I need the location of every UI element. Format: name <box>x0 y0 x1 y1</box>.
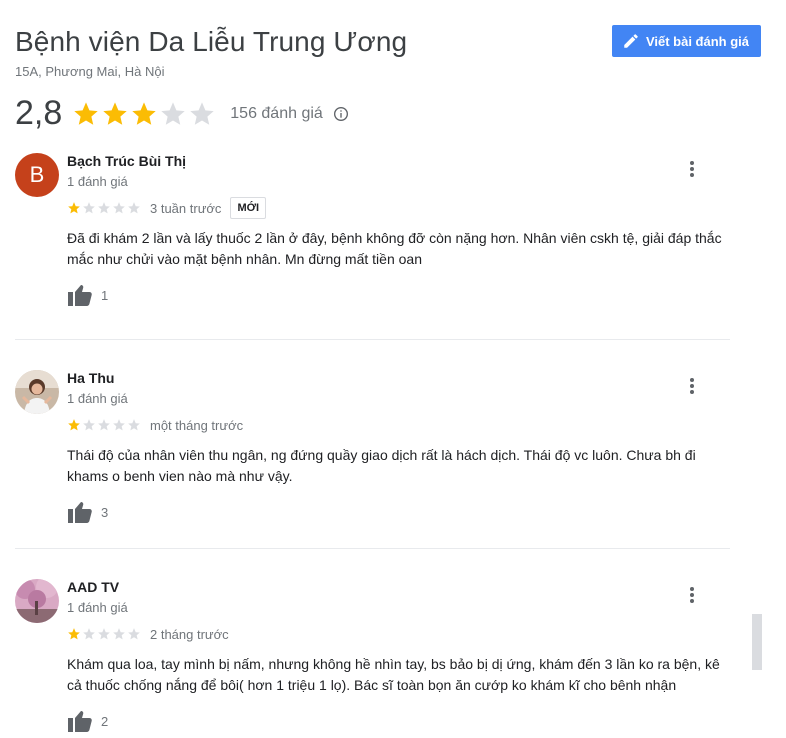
avatar[interactable]: B <box>15 153 59 197</box>
more-vert-icon <box>690 378 694 394</box>
thumbs-up-icon[interactable] <box>67 283 93 307</box>
more-vert-icon <box>690 161 694 177</box>
star-icon <box>98 628 110 640</box>
star-icon <box>128 419 140 431</box>
star-icon <box>128 628 140 640</box>
info-icon[interactable] <box>333 106 349 122</box>
more-options-button[interactable] <box>682 374 702 398</box>
average-stars <box>72 100 216 128</box>
like-count: 2 <box>101 713 109 729</box>
like-count: 3 <box>101 504 109 520</box>
review-count-link[interactable]: 156 đánh giá <box>230 105 323 123</box>
reviewer-name[interactable]: AAD TV <box>67 579 707 595</box>
review-time: một tháng trước <box>150 417 244 433</box>
reviewer-name[interactable]: Bạch Trúc Bùi Thị <box>67 153 707 169</box>
avatar[interactable] <box>15 579 59 623</box>
star-icon <box>113 628 125 640</box>
divider <box>15 548 730 549</box>
review-time: 2 tháng trước <box>150 626 229 642</box>
review-stars <box>67 201 141 215</box>
more-options-button[interactable] <box>682 583 702 607</box>
star-icon <box>161 101 185 125</box>
review-text: Thái độ của nhân viên thu ngân, ng đứng … <box>67 447 696 484</box>
divider <box>15 339 730 340</box>
review-stars <box>67 418 141 432</box>
thumbs-up-icon[interactable] <box>67 709 93 733</box>
review-time: 3 tuần trước <box>150 200 222 216</box>
rating-summary: 2,8 156 đánh giá <box>15 94 349 133</box>
avatar[interactable] <box>15 370 59 414</box>
write-review-button[interactable]: Viết bài đánh giá <box>611 25 761 57</box>
star-icon <box>83 419 95 431</box>
star-icon <box>132 101 156 125</box>
scrollbar-thumb[interactable] <box>752 614 762 670</box>
star-icon <box>113 202 125 214</box>
star-icon <box>83 202 95 214</box>
thumbs-up-icon[interactable] <box>67 500 93 524</box>
average-rating: 2,8 <box>15 94 63 132</box>
review-item: B Bạch Trúc Bùi Thị 1 đánh giá 3 tuần tr… <box>15 153 730 323</box>
pencil-icon <box>624 34 638 48</box>
star-icon <box>190 101 214 125</box>
star-icon <box>103 101 127 125</box>
star-icon <box>128 202 140 214</box>
review-item: Ha Thu 1 đánh giá một tháng trước Thái đ… <box>15 370 730 540</box>
more-vert-icon <box>690 587 694 603</box>
new-badge: MỚI <box>230 197 267 219</box>
reviewer-review-count: 1 đánh giá <box>67 391 128 406</box>
star-icon <box>98 202 110 214</box>
more-options-button[interactable] <box>682 157 702 181</box>
review-item: AAD TV 1 đánh giá 2 tháng trước Khám qua… <box>15 579 730 738</box>
reviewer-name[interactable]: Ha Thu <box>67 370 707 386</box>
star-icon <box>113 419 125 431</box>
reviewer-review-count: 1 đánh giá <box>67 600 128 615</box>
star-icon <box>98 419 110 431</box>
review-stars <box>67 627 141 641</box>
star-icon <box>68 628 80 640</box>
review-text: Đã đi khám 2 lần và lấy thuốc 2 lần ở đâ… <box>67 230 722 267</box>
like-count: 1 <box>101 287 109 303</box>
avatar-photo <box>15 370 59 414</box>
place-address: 15A, Phương Mai, Hà Nội <box>15 64 165 79</box>
star-icon <box>68 419 80 431</box>
star-icon <box>83 628 95 640</box>
reviewer-review-count: 1 đánh giá <box>67 174 128 189</box>
star-icon <box>68 202 80 214</box>
review-text: Khám qua loa, tay mình bị nấm, nhưng khô… <box>67 656 720 693</box>
write-review-label: Viết bài đánh giá <box>645 33 749 49</box>
star-icon <box>74 101 98 125</box>
avatar-photo <box>15 579 59 623</box>
